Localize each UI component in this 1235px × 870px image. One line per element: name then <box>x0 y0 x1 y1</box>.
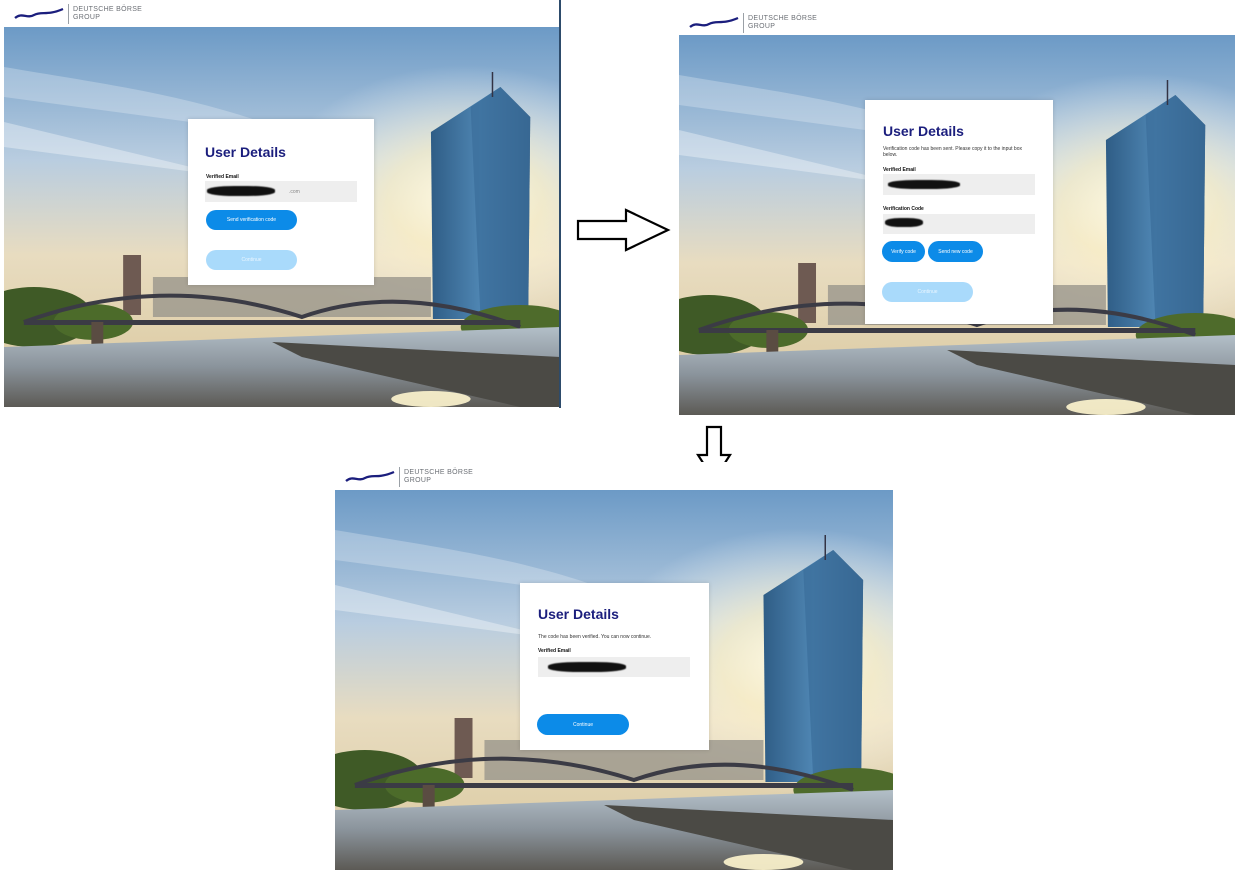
verified-email-label: Verified Email <box>206 174 239 180</box>
brand-wave-icon <box>345 470 395 482</box>
brand-logo: DEUTSCHE BÖRSE GROUP <box>345 467 473 487</box>
brand-wave-icon <box>14 7 64 19</box>
redacted-scribble <box>207 186 275 196</box>
continue-button[interactable]: Continue <box>206 250 297 270</box>
brand-text: DEUTSCHE BÖRSE GROUP <box>748 15 818 30</box>
verified-email-label: Verified Email <box>883 167 916 173</box>
send-verification-code-button[interactable]: Send verification code <box>206 210 297 230</box>
redacted-scribble <box>885 218 923 227</box>
user-details-card: User Details Verified Email .com Send ve… <box>188 119 374 285</box>
brand-text: DEUTSCHE BÖRSE GROUP <box>404 469 474 484</box>
brand-logo: DEUTSCHE BÖRSE GROUP <box>14 4 142 24</box>
card-title: User Details <box>883 123 964 139</box>
screenshot-step-3: DEUTSCHE BÖRSE GROUP User Details The cod… <box>335 462 895 870</box>
continue-button[interactable]: Continue <box>537 714 629 735</box>
verified-email-label: Verified Email <box>538 648 571 654</box>
verified-email-field[interactable] <box>883 174 1035 195</box>
redacted-scribble <box>548 662 626 672</box>
user-details-card: User Details Verification code has been … <box>865 100 1053 324</box>
continue-button[interactable]: Continue <box>882 282 973 302</box>
send-new-code-button[interactable]: Send new code <box>928 241 983 262</box>
verification-code-label: Verification Code <box>883 206 924 212</box>
verification-code-input[interactable] <box>883 214 1035 234</box>
screenshot-step-1: DEUTSCHE BÖRSE GROUP User Details Verifie… <box>4 0 562 410</box>
status-message: The code has been verified. You can now … <box>538 634 652 640</box>
verify-code-button[interactable]: Verify code <box>882 241 925 262</box>
screenshot-step-2: DEUTSCHE BÖRSE GROUP User Details Verific… <box>679 6 1235 416</box>
verified-email-field[interactable] <box>538 657 690 677</box>
brand-wave-icon <box>689 16 739 28</box>
status-message: Verification code has been sent. Please … <box>883 146 1022 158</box>
redacted-scribble <box>888 180 960 189</box>
right-arrow-icon <box>576 208 671 252</box>
verified-email-field[interactable]: .com <box>205 181 357 202</box>
brand-text: DEUTSCHE BÖRSE GROUP <box>73 6 143 21</box>
email-suffix: .com <box>289 189 300 195</box>
user-details-card: User Details The code has been verified.… <box>520 583 709 750</box>
brand-logo: DEUTSCHE BÖRSE GROUP <box>689 13 817 33</box>
card-title: User Details <box>205 144 286 160</box>
card-title: User Details <box>538 606 619 622</box>
